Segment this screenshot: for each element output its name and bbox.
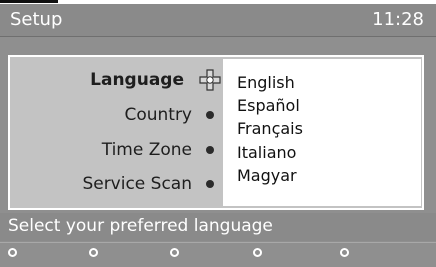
footer-bar (0, 242, 436, 267)
clock: 11:28 (372, 9, 424, 30)
circle-icon[interactable] (89, 248, 98, 257)
navigation-cross-icon (199, 69, 221, 91)
menu-item-time-zone[interactable]: Time Zone (102, 137, 216, 163)
circle-icon[interactable] (340, 248, 349, 257)
bullet-icon (206, 111, 214, 119)
circle-icon[interactable] (8, 248, 17, 257)
menu-item-label: Service Scan (82, 174, 192, 194)
option-francais[interactable]: Français (237, 119, 303, 138)
menu-item-label: Country (124, 105, 192, 125)
menu-item-language[interactable]: Language (90, 67, 221, 93)
circle-icon[interactable] (253, 248, 262, 257)
hint-bar: Select your preferred language (0, 213, 436, 241)
bullet-icon (206, 146, 214, 154)
option-espanol[interactable]: Español (237, 96, 300, 115)
menu-item-label: Language (90, 70, 184, 90)
page-title: Setup (10, 9, 63, 30)
menu-item-label: Time Zone (101, 140, 192, 160)
menu-item-service-scan[interactable]: Service Scan (82, 171, 216, 197)
hint-text: Select your preferred language (8, 216, 273, 236)
option-italiano[interactable]: Italiano (237, 143, 296, 162)
language-options-list: English Español Français Italiano Magyar (223, 59, 421, 206)
header-bar: Setup 11:28 (0, 4, 436, 37)
option-magyar[interactable]: Magyar (237, 166, 297, 185)
top-strip-mark (0, 0, 58, 3)
setup-panel: Language Country Time Zone Service Scan … (8, 55, 424, 210)
bullet-icon (206, 180, 214, 188)
menu-item-country[interactable]: Country (124, 102, 216, 128)
circle-icon[interactable] (170, 248, 179, 257)
option-english[interactable]: English (237, 73, 295, 92)
